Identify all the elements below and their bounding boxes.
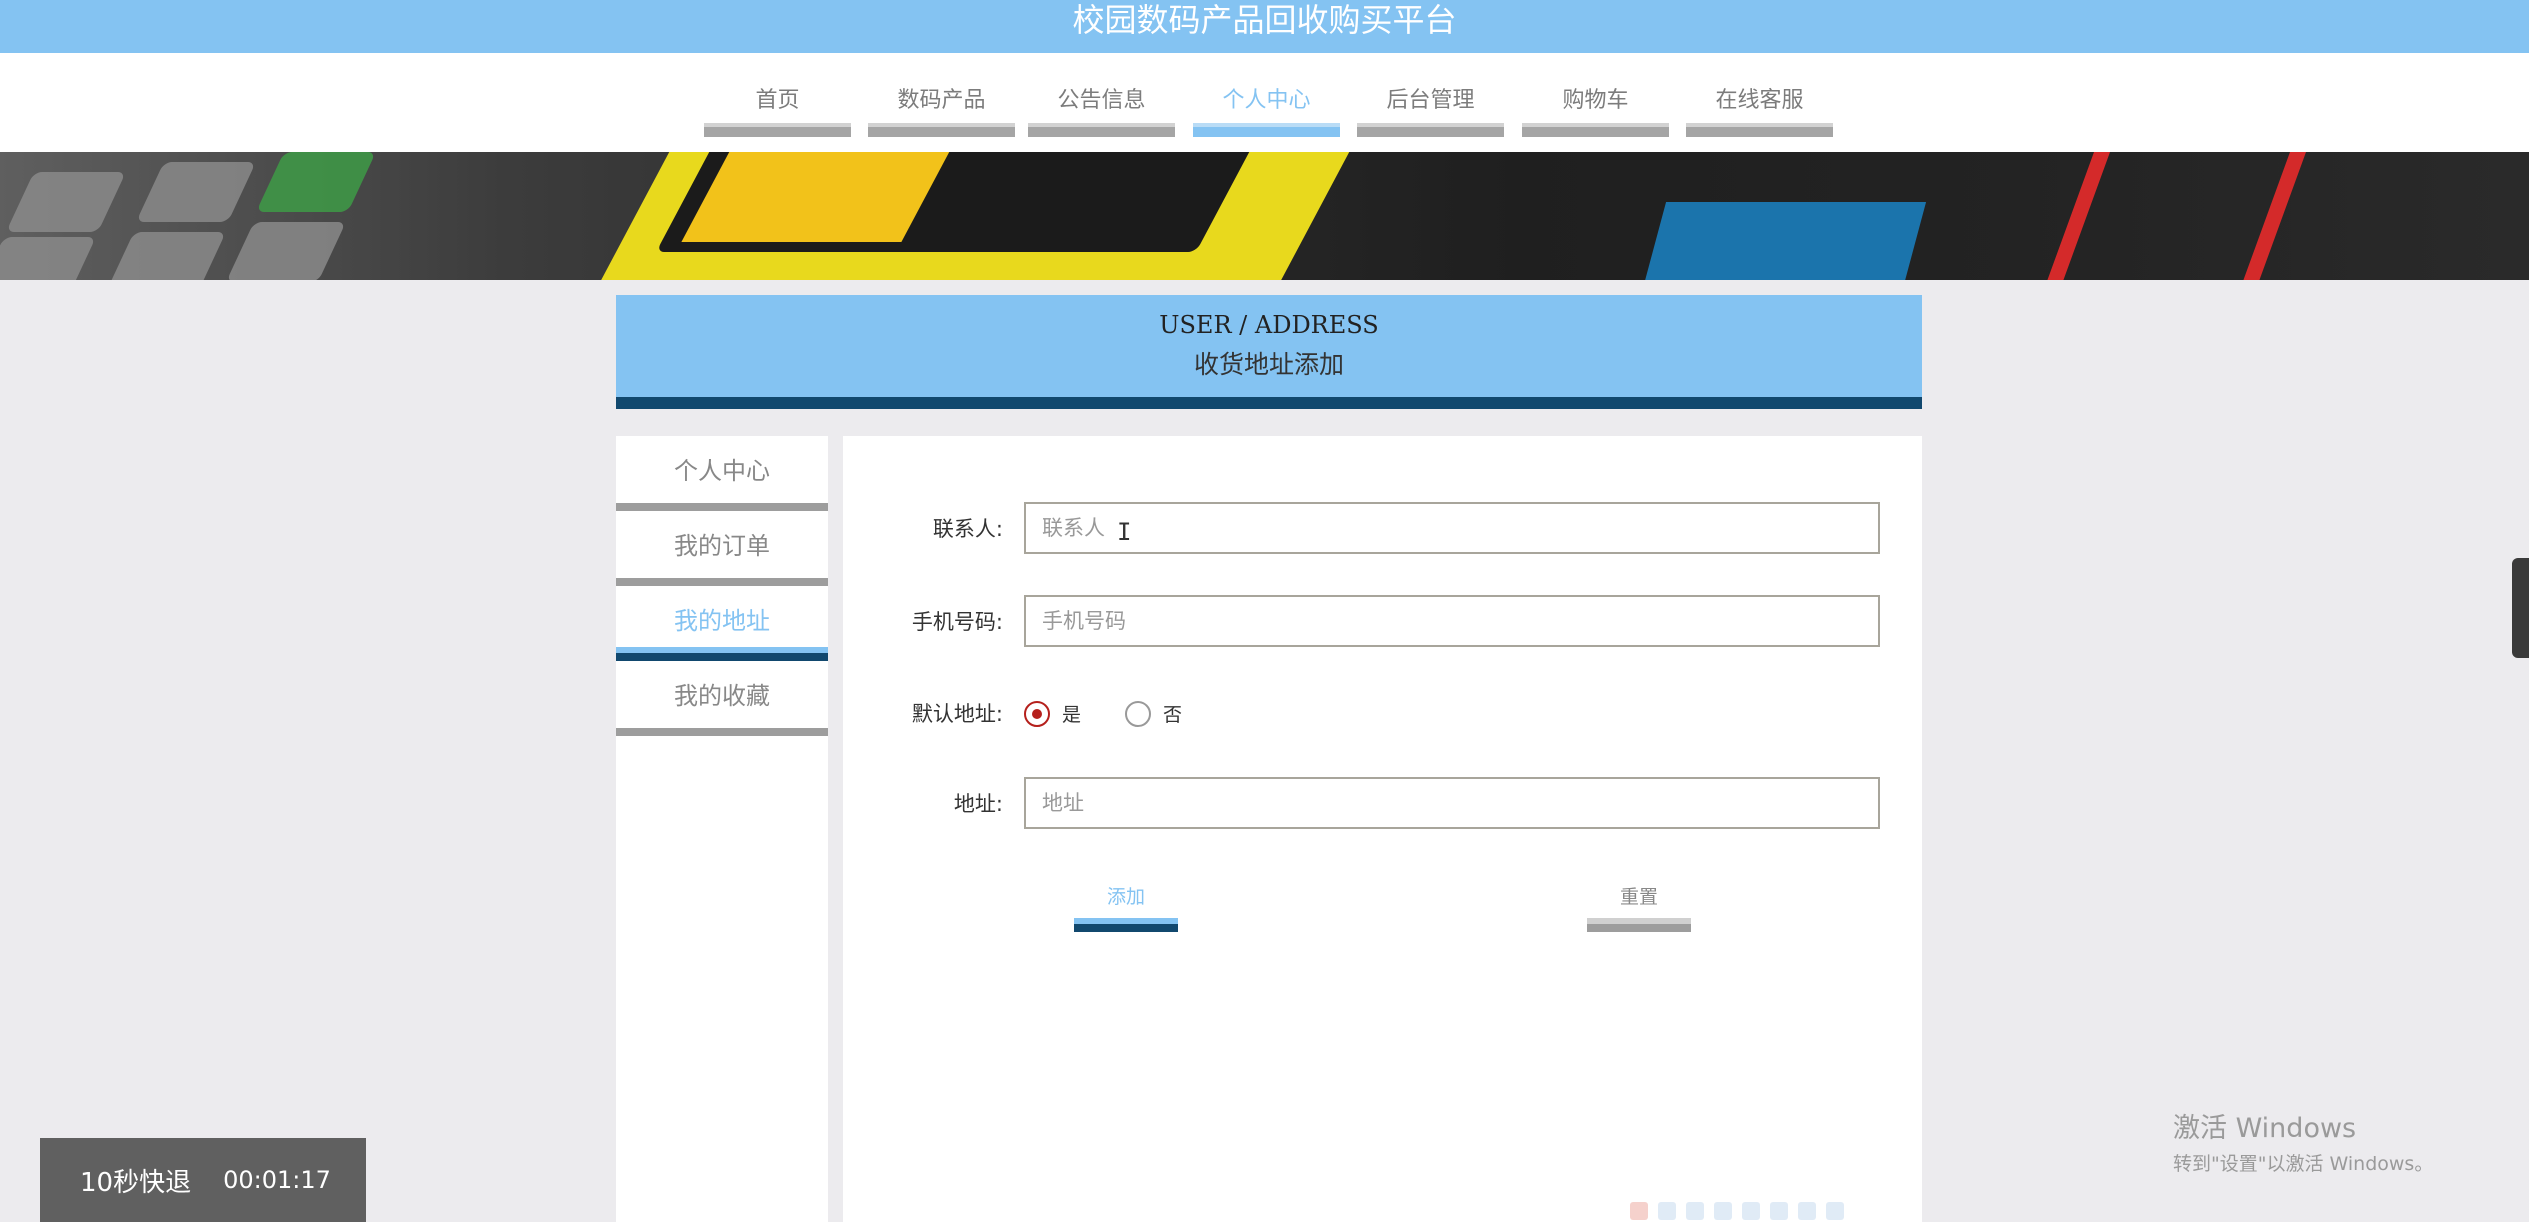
button-underline	[1587, 918, 1691, 932]
keyboard-key-shape	[136, 162, 256, 222]
sidebar-underline	[616, 503, 828, 511]
ime-icon	[1798, 1202, 1816, 1220]
nav-underline	[704, 123, 851, 137]
default-no-label: 否	[1163, 704, 1183, 726]
reset-button-label: 重置	[1619, 886, 1658, 908]
keyboard-key-shape	[0, 237, 96, 280]
watermark-line2: 转到"设置"以激活 Windows。	[2173, 1153, 2434, 1175]
page-title-box: USER / ADDRESS 收货地址添加	[616, 295, 1922, 409]
ime-toolbar	[1630, 1202, 1892, 1222]
nav-label: 在线客服	[1715, 88, 1804, 113]
default-yes-label: 是	[1062, 704, 1082, 726]
main-nav: 首页 数码产品 公告信息 个人中心 后台管理 购物车 在线客服	[0, 53, 2529, 152]
phone-input[interactable]: 手机号码	[1024, 595, 1880, 647]
nav-home[interactable]: 首页	[704, 81, 851, 137]
site-title: 校园数码产品回收购买平台	[1072, 1, 1457, 39]
page-title-cn: 收货地址添加	[1193, 350, 1344, 379]
rewind-10s-button[interactable]: 10秒快退	[80, 1162, 191, 1199]
nav-underline	[868, 123, 1015, 137]
keyboard-key-shape	[6, 172, 126, 232]
watermark-line1: 激活 Windows	[2173, 1113, 2357, 1144]
default-yes-radio[interactable]	[1024, 700, 1050, 727]
nav-underline	[1686, 123, 1833, 137]
nav-online-service[interactable]: 在线客服	[1686, 81, 1833, 137]
default-no-radio[interactable]	[1125, 700, 1152, 727]
reset-button[interactable]: 重置	[1587, 880, 1691, 932]
default-address-radio-group: 是 否	[1024, 700, 1226, 727]
nav-announcements[interactable]: 公告信息	[1028, 81, 1175, 137]
sidebar-underline	[616, 578, 828, 586]
ime-icon	[1770, 1202, 1788, 1220]
text-cursor-icon: I	[1117, 518, 1132, 546]
ime-icon	[1742, 1202, 1760, 1220]
contact-input[interactable]: 联系人	[1024, 502, 1880, 554]
nav-cart[interactable]: 购物车	[1522, 81, 1669, 137]
nav-label: 首页	[755, 88, 800, 113]
add-button-label: 添加	[1106, 886, 1145, 908]
phone-illustration	[589, 152, 1371, 280]
side-scroll-handle[interactable]	[2512, 558, 2529, 658]
keyboard-key-shape	[106, 232, 226, 280]
nav-label: 数码产品	[897, 88, 986, 113]
nav-label: 后台管理	[1386, 88, 1475, 113]
device-illustration	[1633, 202, 1927, 280]
nav-admin[interactable]: 后台管理	[1357, 81, 1504, 137]
ime-icon	[1714, 1202, 1732, 1220]
nav-digital-products[interactable]: 数码产品	[868, 81, 1015, 137]
site-header: 校园数码产品回收购买平台	[0, 0, 2529, 53]
address-input[interactable]: 地址	[1024, 777, 1880, 829]
ime-icon	[1658, 1202, 1676, 1220]
sidebar-item-personal-center[interactable]: 个人中心	[616, 436, 828, 511]
default-address-label: 默认地址:	[911, 702, 1003, 726]
nav-underline	[1028, 123, 1175, 137]
nav-underline	[1357, 123, 1504, 137]
page-title-en: USER / ADDRESS	[1159, 311, 1379, 339]
banner-image	[0, 152, 2529, 280]
keyboard-key-shape	[256, 152, 376, 212]
nav-label: 购物车	[1562, 88, 1629, 113]
sidebar-item-label: 我的收藏	[674, 682, 770, 710]
address-form: 联系人: 联系人 手机号码: 手机号码 默认地址: 是 否 地址: 地址 添加 …	[843, 436, 1922, 1222]
sidebar-underline	[616, 728, 828, 736]
nav-underline	[1522, 123, 1669, 137]
ime-icon	[1686, 1202, 1704, 1220]
address-label: 地址:	[953, 792, 1003, 816]
title-underline	[616, 397, 1922, 409]
sidebar-item-label: 我的地址	[674, 607, 770, 635]
nav-underline	[1193, 123, 1340, 137]
ime-icon	[1826, 1202, 1844, 1220]
phone-label: 手机号码:	[911, 610, 1003, 634]
sidebar-item-label: 我的订单	[674, 532, 770, 560]
sidebar-item-my-orders[interactable]: 我的订单	[616, 511, 828, 586]
nav-label: 个人中心	[1222, 88, 1311, 113]
nav-personal-center[interactable]: 个人中心	[1193, 81, 1340, 137]
windows-activation-watermark: 激活 Windows 转到"设置"以激活 Windows。	[2173, 1106, 2433, 1176]
sidebar-underline	[616, 647, 828, 661]
keyboard-key-shape	[226, 222, 346, 280]
sidebar-item-my-favorites[interactable]: 我的收藏	[616, 661, 828, 736]
video-timestamp: 00:01:17	[223, 1166, 331, 1194]
ime-logo-icon	[1630, 1202, 1648, 1220]
add-button[interactable]: 添加	[1074, 880, 1178, 932]
nav-label: 公告信息	[1057, 88, 1146, 113]
sidebar-item-my-address[interactable]: 我的地址	[616, 586, 828, 661]
device-illustration	[2038, 152, 2314, 280]
sidebar-item-label: 个人中心	[674, 457, 770, 485]
contact-label: 联系人:	[932, 517, 1003, 541]
button-underline	[1074, 918, 1178, 932]
user-sidebar: 个人中心 我的订单 我的地址 我的收藏	[616, 436, 828, 1222]
video-control-overlay: 10秒快退 00:01:17	[40, 1138, 366, 1222]
